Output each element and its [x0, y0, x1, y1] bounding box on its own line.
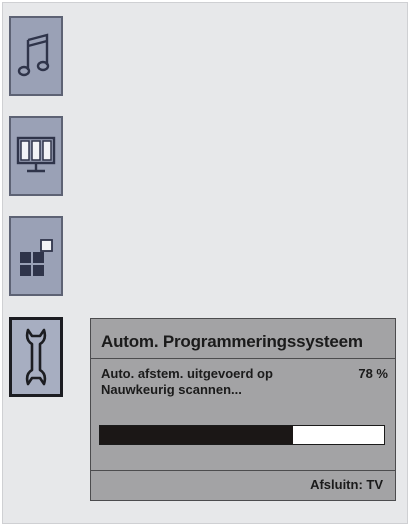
progress-bar-fill [100, 426, 294, 444]
setup-menu-tile[interactable] [9, 317, 63, 397]
footer-divider [91, 470, 395, 471]
dialog-title: Autom. Programmeringssysteem [101, 332, 363, 351]
title-divider [91, 358, 395, 359]
progress-percent: 78 % [358, 366, 388, 381]
scanning-text: Nauwkeurig scannen... [101, 382, 242, 397]
music-note-icon [17, 33, 50, 77]
auto-programming-dialog: Autom. Programmeringssysteem Auto. afste… [90, 318, 396, 501]
music-menu-tile[interactable] [9, 16, 63, 96]
tv-menu-screen: Autom. Programmeringssysteem Auto. afste… [2, 2, 408, 524]
features-blocks-icon [20, 239, 53, 276]
tuning-status-text: Auto. afstem. uitgevoerd op [101, 366, 273, 381]
picture-monitor-icon [16, 136, 56, 173]
progress-bar [99, 425, 385, 445]
exit-hint: Afsluitn: TV [310, 477, 383, 492]
picture-menu-tile[interactable] [9, 116, 63, 196]
features-menu-tile[interactable] [9, 216, 63, 296]
wrench-setup-icon [25, 328, 47, 386]
